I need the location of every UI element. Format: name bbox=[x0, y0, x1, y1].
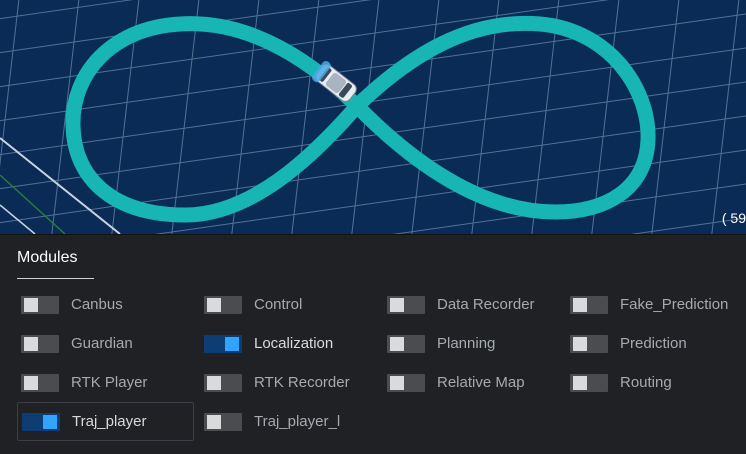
module-toggle-switch[interactable] bbox=[570, 295, 608, 314]
coordinate-readout: ( 59 bbox=[721, 210, 746, 226]
module-rtk-player[interactable]: RTK Player bbox=[17, 363, 192, 402]
module-label: RTK Player bbox=[71, 374, 148, 391]
module-label: Prediction bbox=[620, 335, 687, 352]
tab-underline bbox=[17, 278, 94, 279]
module-toggle-switch[interactable] bbox=[204, 373, 242, 392]
tab-modules[interactable]: Modules bbox=[17, 249, 77, 267]
module-label: Fake_Prediction bbox=[620, 296, 729, 313]
toggle-knob bbox=[573, 297, 587, 312]
toggle-knob bbox=[207, 375, 221, 390]
grid-line bbox=[411, 0, 440, 234]
module-fake-prediction[interactable]: Fake_Prediction bbox=[566, 285, 741, 324]
toggle-knob bbox=[390, 375, 404, 390]
toggle-knob bbox=[24, 297, 38, 312]
modules-panel: Modules Canbus Control Data Recorder Fake_P… bbox=[0, 235, 746, 454]
module-toggle-switch[interactable] bbox=[387, 373, 425, 392]
module-routing[interactable]: Routing bbox=[566, 363, 741, 402]
toggle-knob bbox=[24, 336, 38, 351]
module-canbus[interactable]: Canbus bbox=[17, 285, 192, 324]
module-guardian[interactable]: Guardian bbox=[17, 324, 192, 363]
toggle-knob bbox=[43, 414, 57, 429]
module-label: Canbus bbox=[71, 296, 123, 313]
module-label: Relative Map bbox=[437, 374, 525, 391]
module-traj-player[interactable]: Traj_player bbox=[17, 402, 194, 441]
grid-line bbox=[651, 0, 680, 234]
grid-line bbox=[531, 0, 560, 234]
module-toggle-switch[interactable] bbox=[570, 334, 608, 353]
module-label: Routing bbox=[620, 374, 672, 391]
grid-line bbox=[0, 0, 20, 168]
toggle-knob bbox=[225, 336, 239, 351]
map-scene[interactable]: ( 59 bbox=[0, 0, 746, 235]
toggle-knob bbox=[573, 375, 587, 390]
module-rtk-recorder[interactable]: RTK Recorder bbox=[200, 363, 375, 402]
toggle-knob bbox=[24, 375, 38, 390]
toggle-knob bbox=[207, 414, 221, 429]
module-label: Guardian bbox=[71, 335, 133, 352]
scene-canvas bbox=[0, 0, 746, 234]
module-toggle-switch[interactable] bbox=[204, 295, 242, 314]
module-relative-map[interactable]: Relative Map bbox=[383, 363, 558, 402]
module-label: Control bbox=[254, 296, 303, 313]
grid-line bbox=[0, 13, 746, 122]
module-traj-player-l[interactable]: Traj_player_l bbox=[200, 402, 375, 441]
module-control[interactable]: Control bbox=[200, 285, 375, 324]
figure-eight-trajectory bbox=[65, 15, 656, 223]
module-toggle-switch[interactable] bbox=[22, 412, 60, 431]
module-localization[interactable]: Localization bbox=[200, 324, 375, 363]
module-label: Traj_player bbox=[72, 413, 147, 430]
module-toggle-switch[interactable] bbox=[21, 373, 59, 392]
module-label: Localization bbox=[254, 335, 334, 352]
grid-line bbox=[291, 0, 320, 234]
module-label: RTK Recorder bbox=[254, 374, 350, 391]
module-toggle-switch[interactable] bbox=[21, 295, 59, 314]
module-toggle-switch[interactable] bbox=[570, 373, 608, 392]
module-label: Data Recorder bbox=[437, 296, 535, 313]
module-data-recorder[interactable]: Data Recorder bbox=[383, 285, 558, 324]
module-label: Traj_player_l bbox=[254, 413, 341, 430]
module-toggle-switch[interactable] bbox=[21, 334, 59, 353]
module-prediction[interactable]: Prediction bbox=[566, 324, 741, 363]
module-toggle-switch[interactable] bbox=[204, 334, 242, 353]
toggle-knob bbox=[390, 297, 404, 312]
module-label: Planning bbox=[437, 335, 496, 352]
module-toggle-switch[interactable] bbox=[387, 295, 425, 314]
toggle-knob bbox=[573, 336, 587, 351]
toggle-knob bbox=[207, 297, 221, 312]
module-toggle-switch[interactable] bbox=[204, 412, 242, 431]
toggle-knob bbox=[390, 336, 404, 351]
grid-line bbox=[171, 0, 200, 234]
grid-line bbox=[0, 0, 134, 20]
module-toggle-switch[interactable] bbox=[387, 334, 425, 353]
module-planning[interactable]: Planning bbox=[383, 324, 558, 363]
